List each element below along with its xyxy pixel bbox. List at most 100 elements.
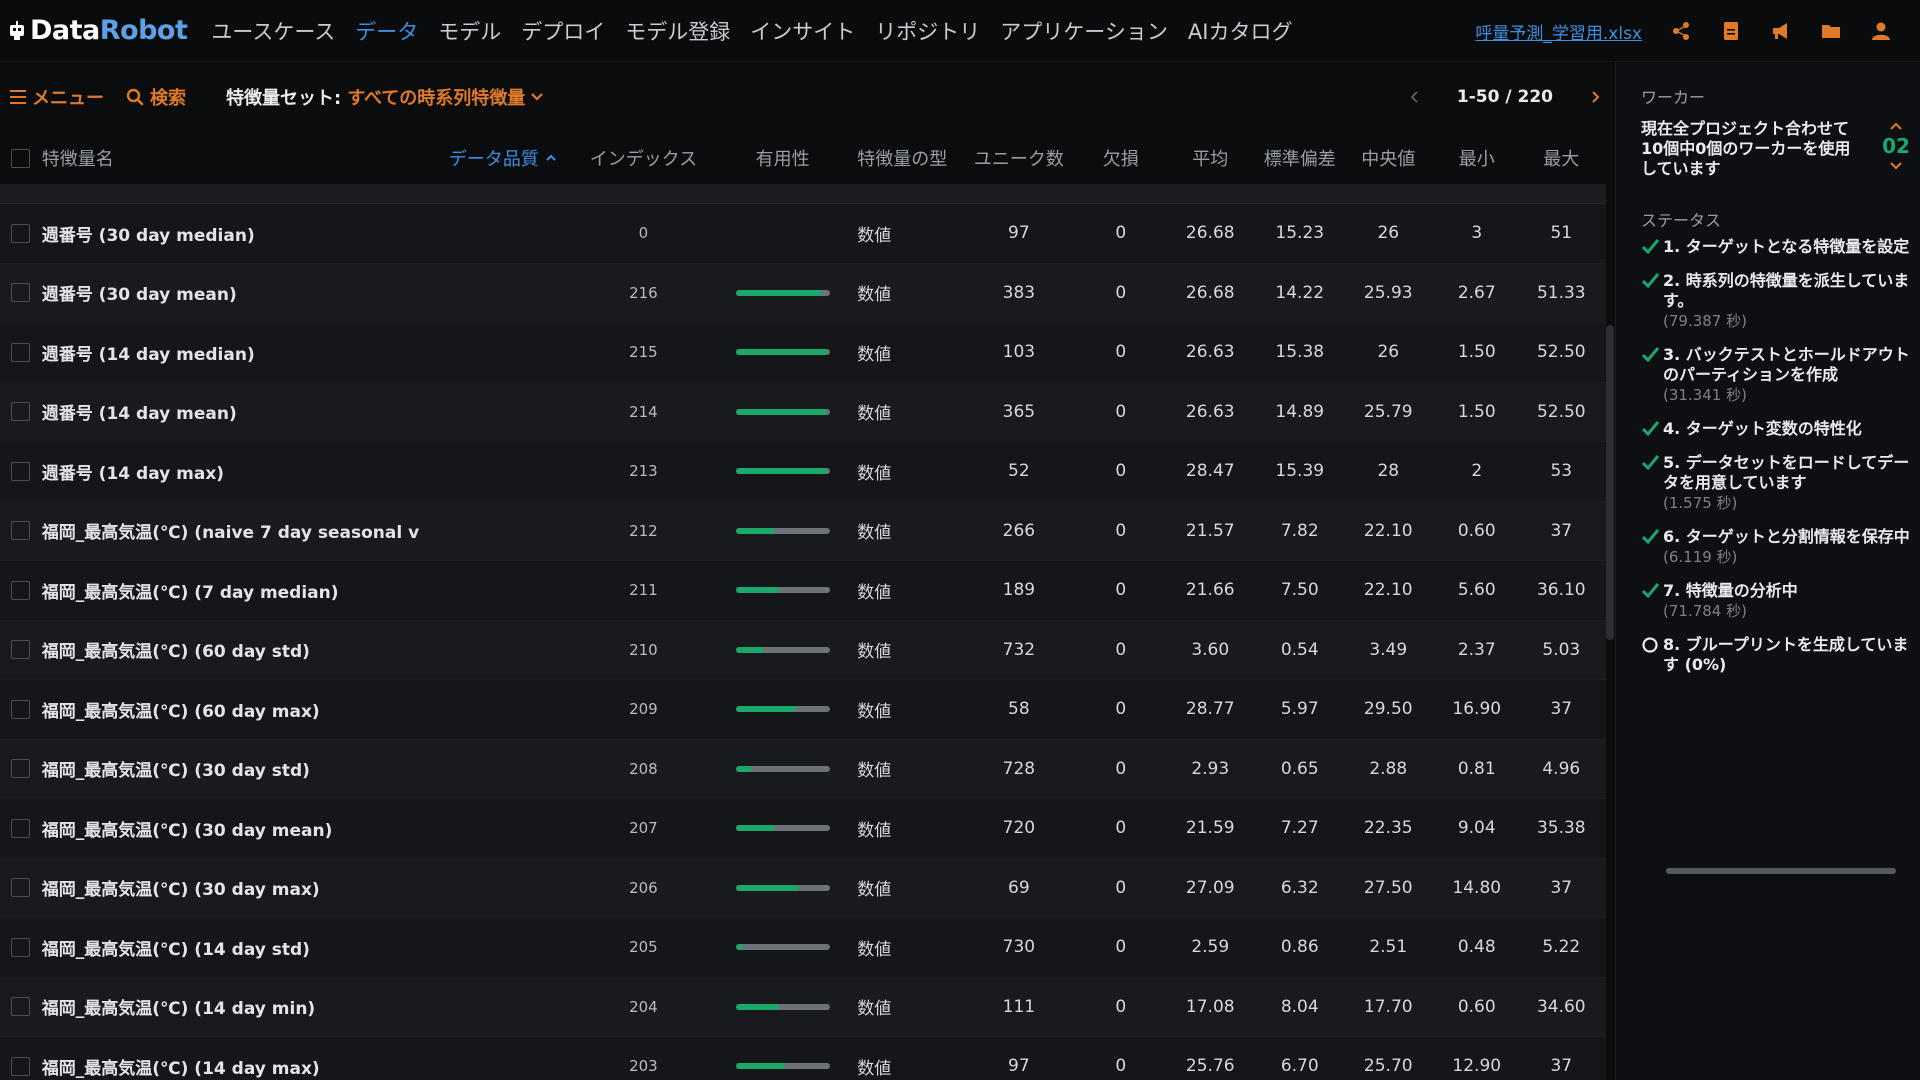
- table-row[interactable]: 福岡_最高気温(℃) (30 day max) 206 数値 69 0 27.09 6.32…: [0, 858, 1606, 918]
- project-file-link[interactable]: 呼量予測_学習用.xlsx: [1475, 19, 1642, 44]
- header-missing[interactable]: 欠損: [1081, 145, 1161, 171]
- row-checkbox[interactable]: [11, 461, 31, 481]
- cell-name[interactable]: 週番号 (30 day mean): [42, 280, 420, 305]
- nav-item-1[interactable]: データ: [355, 16, 418, 46]
- cell-name[interactable]: 週番号 (14 day median): [42, 340, 420, 365]
- document-icon[interactable]: [1720, 20, 1742, 42]
- datarobot-logo[interactable]: DataRobot: [8, 15, 188, 46]
- cell-name[interactable]: 週番号 (30 day median): [42, 221, 420, 246]
- table-row[interactable]: 福岡_最高気温(℃) (14 day min) 204 数値 111 0 17.08 8.0…: [0, 977, 1606, 1037]
- select-all-checkbox[interactable]: [11, 148, 31, 168]
- cell-name[interactable]: 福岡_最高気温(℃) (14 day std): [42, 935, 420, 960]
- cell-name[interactable]: 福岡_最高気温(℃) (14 day min): [42, 994, 420, 1019]
- cell-name[interactable]: 福岡_最高気温(℃) (14 day max): [42, 1054, 420, 1079]
- header-type[interactable]: 特徴量の型: [847, 145, 956, 171]
- usefulness-bar: [735, 884, 830, 891]
- cell-missing: 0: [1115, 223, 1127, 244]
- worker-decrease-icon[interactable]: [1889, 160, 1903, 172]
- row-checkbox[interactable]: [11, 402, 31, 422]
- row-checkbox[interactable]: [11, 521, 31, 541]
- header-name[interactable]: 特徴量名: [42, 145, 420, 171]
- table-row[interactable]: 福岡_最高気温(℃) (naive 7 day seasonal value) 2…: [0, 501, 1606, 561]
- header-unique[interactable]: ユニーク数: [957, 145, 1081, 171]
- table-row[interactable]: 福岡_最高気温(℃) (60 day std) 210 数値 732 0 3.60 0.54…: [0, 620, 1606, 680]
- step-label: 8. ブループリントを生成しています (0%): [1663, 635, 1909, 674]
- cell-name[interactable]: 福岡_最高気温(℃) (7 day median): [42, 578, 420, 603]
- table-row[interactable]: 週番号 (30 day median) 0 数値 97 0 26.68 15.23 26 3 51: [0, 204, 1606, 264]
- row-checkbox[interactable]: [11, 878, 31, 898]
- table-scrollbar[interactable]: [1606, 325, 1614, 640]
- header-min[interactable]: 最小: [1437, 145, 1517, 171]
- cell-max: 52.50: [1536, 342, 1586, 363]
- cell-name[interactable]: 週番号 (14 day max): [42, 459, 420, 484]
- share-icon[interactable]: [1670, 20, 1692, 42]
- next-page-button[interactable]: [1585, 87, 1605, 107]
- table-row[interactable]: 週番号 (30 day mean) 216 数値 383 0 26.68 14.22 25.9…: [0, 263, 1606, 323]
- row-checkbox[interactable]: [11, 1056, 31, 1076]
- cell-name[interactable]: 福岡_最高気温(℃) (60 day max): [42, 697, 420, 722]
- header-index[interactable]: インデックス: [569, 145, 718, 171]
- cell-missing: 0: [1115, 877, 1127, 898]
- search-button[interactable]: 検索: [126, 84, 186, 110]
- cell-name[interactable]: 福岡_最高気温(℃) (60 day std): [42, 637, 420, 662]
- table-row[interactable]: 福岡_最高気温(℃) (14 day std) 205 数値 730 0 2.59 0.86…: [0, 918, 1606, 978]
- row-checkbox[interactable]: [11, 342, 31, 362]
- table-row[interactable]: 福岡_最高気温(℃) (7 day median) 211 数値 189 0 21.66 7…: [0, 561, 1606, 621]
- cell-mean: 28.47: [1185, 461, 1235, 482]
- table-row[interactable]: 福岡_最高気温(℃) (60 day max) 209 数値 58 0 28.77 5.97…: [0, 680, 1606, 740]
- user-icon[interactable]: [1870, 20, 1892, 42]
- worker-panel: ワーカー 現在全プロジェクト合わせて10個中0個のワーカーを使用しています 02…: [1615, 62, 1920, 1080]
- cell-max: 51: [1550, 223, 1573, 244]
- prev-page-button[interactable]: [1405, 87, 1425, 107]
- usefulness-bar: [735, 587, 830, 594]
- header-std[interactable]: 標準偏差: [1260, 145, 1340, 171]
- megaphone-icon[interactable]: [1770, 20, 1792, 42]
- nav-item-0[interactable]: ユースケース: [211, 16, 335, 46]
- cell-missing: 0: [1115, 342, 1127, 363]
- nav-item-2[interactable]: モデル: [438, 16, 501, 46]
- menu-button[interactable]: メニュー: [10, 84, 104, 110]
- table-row[interactable]: 週番号 (14 day max) 213 数値 52 0 28.47 15.39 28 2 53: [0, 442, 1606, 502]
- row-checkbox[interactable]: [11, 580, 31, 600]
- featureset-dropdown[interactable]: すべての時系列特徴量: [347, 84, 545, 110]
- row-checkbox[interactable]: [11, 699, 31, 719]
- table-row[interactable]: 福岡_最高気温(℃) (30 day std) 208 数値 728 0 2.93 0.65…: [0, 739, 1606, 799]
- nav-item-6[interactable]: リポジトリ: [875, 16, 980, 46]
- cell-name[interactable]: 福岡_最高気温(℃) (30 day max): [42, 875, 420, 900]
- cell-name[interactable]: 福岡_最高気温(℃) (30 day std): [42, 756, 420, 781]
- row-checkbox[interactable]: [11, 997, 31, 1017]
- cell-median: 22.10: [1363, 580, 1413, 601]
- worker-count-control: 02: [1878, 120, 1914, 172]
- row-checkbox[interactable]: [11, 937, 31, 957]
- nav-item-8[interactable]: AIカタログ: [1188, 16, 1293, 46]
- usefulness-bar: [735, 408, 830, 415]
- header-quality[interactable]: データ品質: [420, 145, 569, 171]
- folder-icon[interactable]: [1820, 20, 1842, 42]
- cell-name[interactable]: 福岡_最高気温(℃) (30 day mean): [42, 816, 420, 841]
- row-checkbox[interactable]: [11, 818, 31, 838]
- nav-item-3[interactable]: デプロイ: [521, 16, 605, 46]
- table-row[interactable]: 福岡_最高気温(℃) (14 day max) 203 数値 97 0 25.76 6.70…: [0, 1037, 1606, 1080]
- step-label: 5. データセットをロードしてデータを用意しています: [1663, 453, 1910, 492]
- cell-median: 17.70: [1363, 996, 1413, 1017]
- nav-item-5[interactable]: インサイト: [750, 16, 855, 46]
- table-row[interactable]: 福岡_最高気温(℃) (30 day mean) 207 数値 720 0 21.59 7.…: [0, 799, 1606, 859]
- cell-name[interactable]: 福岡_最高気温(℃) (naive 7 day seasonal value): [42, 518, 420, 543]
- nav-item-4[interactable]: モデル登録: [625, 16, 730, 46]
- row-checkbox[interactable]: [11, 759, 31, 779]
- nav-item-7[interactable]: アプリケーション: [1000, 16, 1168, 46]
- header-max[interactable]: 最大: [1517, 145, 1606, 171]
- table-row[interactable]: 週番号 (14 day median) 215 数値 103 0 26.63 15.38 26…: [0, 323, 1606, 383]
- cell-missing: 0: [1115, 699, 1127, 720]
- row-checkbox[interactable]: [11, 640, 31, 660]
- worker-increase-icon[interactable]: [1889, 120, 1903, 132]
- header-mean[interactable]: 平均: [1161, 145, 1260, 171]
- row-checkbox[interactable]: [11, 223, 31, 243]
- header-usefulness[interactable]: 有用性: [718, 145, 847, 171]
- table-body: 週番号 (30 day median) 0 数値 97 0 26.68 15.23 26 3 51…: [0, 204, 1606, 1080]
- table-row[interactable]: 週番号 (14 day mean) 214 数値 365 0 26.63 14.89 25.7…: [0, 382, 1606, 442]
- cell-name[interactable]: 週番号 (14 day mean): [42, 399, 420, 424]
- cell-missing: 0: [1115, 758, 1127, 779]
- row-checkbox[interactable]: [11, 283, 31, 303]
- header-median[interactable]: 中央値: [1340, 145, 1437, 171]
